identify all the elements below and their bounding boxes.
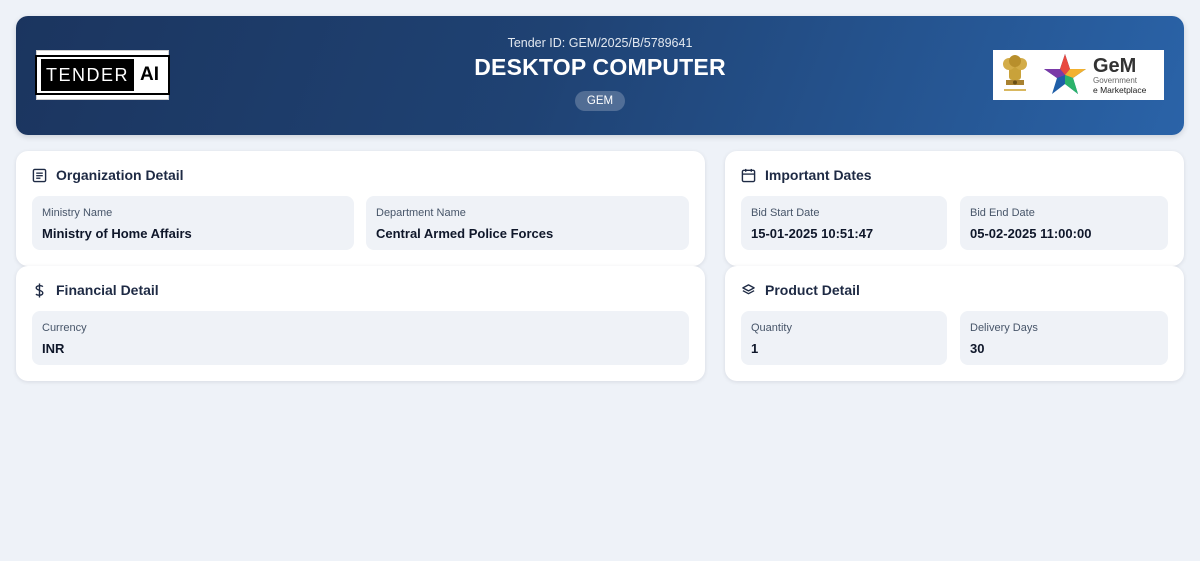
ministry-name-value: Ministry of Home Affairs xyxy=(42,226,192,241)
currency-label: Currency xyxy=(42,322,87,334)
calendar-icon xyxy=(741,168,756,182)
layers-icon xyxy=(742,283,755,294)
ministry-name-field: Ministry Name Ministry of Home Affairs xyxy=(32,196,354,250)
quantity-field: Quantity 1 xyxy=(741,311,947,365)
document-icon xyxy=(32,168,47,182)
gem-logo[interactable]: GeM Government e Marketplace xyxy=(993,50,1164,100)
gem-star-icon xyxy=(1044,54,1086,94)
gem-brand: GeM xyxy=(1093,54,1137,77)
financial-card: Financial Detail Currency INR xyxy=(16,266,705,381)
organization-title-text: Organization Detail xyxy=(56,167,184,183)
bid-start-date-label: Bid Start Date xyxy=(751,207,820,219)
financial-card-title: Financial Detail xyxy=(32,282,159,298)
department-name-field: Department Name Central Armed Police For… xyxy=(366,196,689,250)
tender-ai-logo[interactable]: TENDER AI xyxy=(35,50,171,100)
header-banner: TENDER AI Tender ID: GEM/2025/B/5789641 … xyxy=(16,16,1184,135)
page-title: DESKTOP COMPUTER xyxy=(474,54,726,80)
logo-word-tender: TENDER xyxy=(41,59,135,91)
dates-card: Important Dates Bid Start Date 15-01-202… xyxy=(725,151,1184,266)
ministry-name-label: Ministry Name xyxy=(42,207,113,219)
dates-card-title: Important Dates xyxy=(741,167,872,183)
product-title-text: Product Detail xyxy=(765,282,860,298)
product-card: Product Detail Quantity 1 Delivery Days … xyxy=(725,266,1184,381)
bid-start-date-value: 15-01-2025 10:51:47 xyxy=(751,226,874,241)
tender-ai-logo-frame: TENDER AI xyxy=(35,55,171,95)
bid-start-date-field: Bid Start Date 15-01-2025 10:51:47 xyxy=(741,196,947,250)
department-name-label: Department Name xyxy=(376,207,466,219)
quantity-label: Quantity xyxy=(751,322,792,334)
header-center: Tender ID: GEM/2025/B/5789641 DESKTOP CO… xyxy=(400,36,800,111)
quantity-value: 1 xyxy=(751,341,759,356)
gem-line1: Government xyxy=(1093,75,1138,85)
currency-field: Currency INR xyxy=(32,311,689,365)
delivery-days-label: Delivery Days xyxy=(970,322,1038,334)
national-emblem-icon xyxy=(1003,55,1027,91)
dollar-icon xyxy=(35,282,44,298)
product-card-title: Product Detail xyxy=(741,282,860,298)
source-badge: GEM xyxy=(574,91,626,111)
gem-wordmark: GeM Government e Marketplace xyxy=(1093,56,1146,95)
tender-id: Tender ID: GEM/2025/B/5789641 xyxy=(507,36,693,50)
delivery-days-field: Delivery Days 30 xyxy=(960,311,1168,365)
organization-card-title: Organization Detail xyxy=(32,167,184,183)
currency-value: INR xyxy=(42,341,65,356)
gem-line2: e Marketplace xyxy=(1093,84,1147,95)
organization-card: Organization Detail Ministry Name Minist… xyxy=(16,151,705,266)
financial-title-text: Financial Detail xyxy=(56,282,159,298)
delivery-days-value: 30 xyxy=(970,341,985,356)
bid-end-date-label: Bid End Date xyxy=(970,207,1035,219)
department-name-value: Central Armed Police Forces xyxy=(376,226,554,241)
bid-end-date-field: Bid End Date 05-02-2025 11:00:00 xyxy=(960,196,1168,250)
bid-end-date-value: 05-02-2025 11:00:00 xyxy=(970,226,1092,241)
dates-title-text: Important Dates xyxy=(765,167,872,183)
logo-word-ai: AI xyxy=(140,64,160,85)
